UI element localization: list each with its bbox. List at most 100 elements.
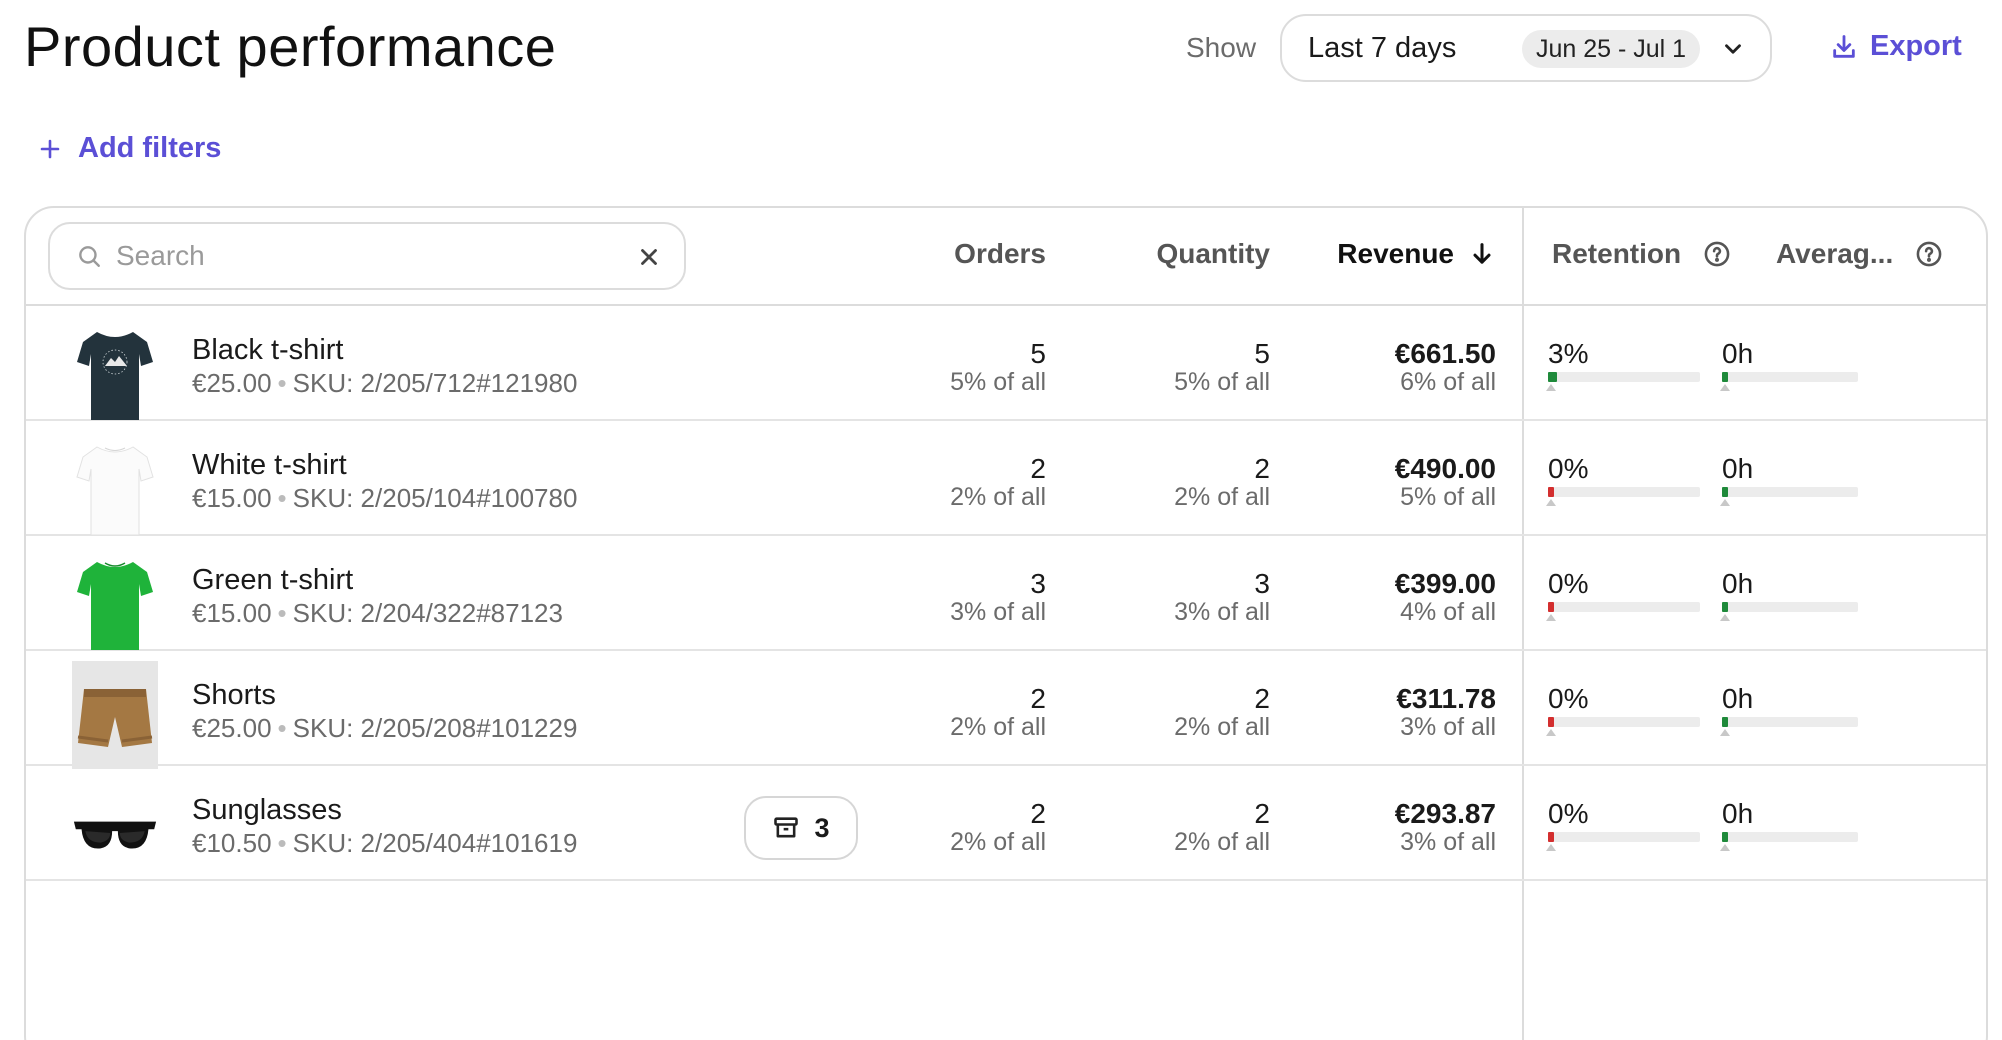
- average-value: 0h: [1722, 453, 1754, 484]
- product-price: €25.00: [192, 368, 272, 398]
- retention-bar-fill: [1548, 487, 1554, 497]
- product-sku: SKU: 2/204/322#87123: [292, 598, 563, 628]
- download-icon: [1833, 34, 1855, 58]
- product-sku: SKU: 2/205/712#121980: [292, 368, 578, 398]
- product-price: €25.00: [192, 713, 272, 743]
- export-label: Export: [1870, 30, 1962, 62]
- product-meta: €15.00 • SKU: 2/204/322#87123: [192, 598, 563, 629]
- quantity-value: 2: [1254, 453, 1270, 484]
- product-meta: €25.00 • SKU: 2/205/208#101229: [192, 713, 577, 744]
- product-thumbnail: [72, 661, 158, 769]
- add-filters-button[interactable]: Add filters: [38, 132, 221, 165]
- column-header-orders[interactable]: Orders: [954, 238, 1046, 270]
- column-header-average[interactable]: Averag...: [1776, 238, 1943, 270]
- average-bar: [1722, 717, 1858, 727]
- retention-value: 3%: [1548, 338, 1589, 369]
- separator-dot: •: [277, 598, 287, 628]
- date-range-pill: Jun 25 - Jul 1: [1522, 30, 1701, 68]
- average-bar-fill: [1722, 717, 1728, 727]
- revenue-share: 4% of all: [1400, 598, 1496, 626]
- orders-share: 5% of all: [950, 368, 1046, 396]
- help-circle-icon[interactable]: [1703, 240, 1731, 268]
- retention-bar-fill: [1548, 717, 1554, 727]
- table-row[interactable]: White t-shirt €15.00 • SKU: 2/205/104#10078…: [26, 421, 1986, 536]
- column-header-average-label: Averag...: [1776, 238, 1894, 269]
- search-box: [48, 222, 686, 290]
- average-value: 0h: [1722, 683, 1754, 714]
- column-header-revenue[interactable]: Revenue: [1337, 238, 1496, 270]
- average-bar: [1722, 602, 1858, 612]
- chevron-down-icon: [1725, 44, 1741, 54]
- quantity-share: 2% of all: [1174, 713, 1270, 741]
- retention-bar: [1548, 832, 1700, 842]
- quantity-share: 2% of all: [1174, 483, 1270, 511]
- date-range-dropdown[interactable]: Last 7 days Jun 25 - Jul 1: [1280, 14, 1772, 82]
- table-row[interactable]: Black t-shirt €25.00 • SKU: 2/205/712#12198…: [26, 306, 1986, 421]
- quantity-share: 2% of all: [1174, 828, 1270, 856]
- page-title: Product performance: [24, 15, 557, 78]
- average-bar-fill: [1722, 832, 1728, 842]
- retention-bar: [1548, 602, 1700, 612]
- separator-dot: •: [277, 368, 287, 398]
- product-thumbnail: [72, 550, 158, 658]
- separator-dot: •: [277, 828, 287, 858]
- average-marker: [1720, 614, 1730, 621]
- quantity-share: 3% of all: [1174, 598, 1270, 626]
- column-header-retention[interactable]: Retention: [1552, 238, 1731, 270]
- orders-value: 2: [1030, 683, 1046, 714]
- product-price: €15.00: [192, 483, 272, 513]
- average-bar: [1722, 832, 1858, 842]
- retention-marker: [1546, 729, 1556, 736]
- retention-marker: [1546, 614, 1556, 621]
- average-marker: [1720, 384, 1730, 391]
- average-bar-fill: [1722, 602, 1728, 612]
- table-row[interactable]: Shorts €25.00 • SKU: 2/205/208#101229 2 2% of…: [26, 651, 1986, 769]
- plus-icon: [40, 139, 60, 158]
- retention-bar: [1548, 372, 1700, 382]
- product-sku: SKU: 2/205/104#100780: [292, 483, 578, 513]
- arrow-down-icon: [1473, 243, 1491, 264]
- average-marker: [1720, 729, 1730, 736]
- retention-bar: [1548, 487, 1700, 497]
- show-label: Show: [1186, 32, 1257, 63]
- product-sku: SKU: 2/205/404#101619: [292, 828, 578, 858]
- product-thumbnail: [72, 320, 158, 428]
- separator-dot: •: [277, 713, 287, 743]
- orders-value: 2: [1030, 453, 1046, 484]
- column-header-quantity[interactable]: Quantity: [1156, 238, 1270, 270]
- orders-share: 2% of all: [950, 483, 1046, 511]
- date-range-label: Last 7 days: [1308, 31, 1457, 64]
- revenue-value: €490.00: [1394, 453, 1496, 484]
- close-icon[interactable]: [636, 244, 662, 270]
- add-filters-label: Add filters: [78, 132, 222, 164]
- product-meta: €15.00 • SKU: 2/205/104#100780: [192, 483, 577, 514]
- product-thumbnail: [72, 780, 158, 888]
- orders-share: 2% of all: [950, 713, 1046, 741]
- orders-value: 2: [1030, 798, 1046, 829]
- quantity-share: 5% of all: [1174, 368, 1270, 396]
- quantity-value: 2: [1254, 798, 1270, 829]
- export-button[interactable]: Export: [1830, 30, 1962, 63]
- table-row[interactable]: Sunglasses €10.50 • SKU: 2/205/404#101619 3 2…: [26, 766, 1986, 881]
- retention-bar: [1548, 717, 1700, 727]
- revenue-value: €661.50: [1394, 338, 1496, 369]
- revenue-share: 6% of all: [1400, 368, 1496, 396]
- archive-count: 3: [814, 812, 830, 843]
- orders-share: 3% of all: [950, 598, 1046, 626]
- table-header: Orders Quantity Revenue Retention Averag…: [26, 208, 1986, 306]
- retention-marker: [1546, 499, 1556, 506]
- average-marker: [1720, 844, 1730, 851]
- product-meta: €10.50 • SKU: 2/205/404#101619: [192, 828, 577, 859]
- quantity-value: 3: [1254, 568, 1270, 599]
- quantity-value: 5: [1254, 338, 1270, 369]
- retention-marker: [1546, 384, 1556, 391]
- product-meta: €25.00 • SKU: 2/205/712#121980: [192, 368, 577, 399]
- product-name: White t-shirt: [192, 449, 347, 481]
- archive-count-button[interactable]: 3: [744, 796, 858, 860]
- table-row[interactable]: Green t-shirt €15.00 • SKU: 2/204/322#87123…: [26, 536, 1986, 651]
- revenue-value: €293.87: [1394, 798, 1496, 829]
- retention-bar-fill: [1548, 372, 1557, 382]
- search-input[interactable]: [116, 240, 616, 272]
- product-name: Black t-shirt: [192, 334, 344, 366]
- help-circle-icon[interactable]: [1915, 240, 1943, 268]
